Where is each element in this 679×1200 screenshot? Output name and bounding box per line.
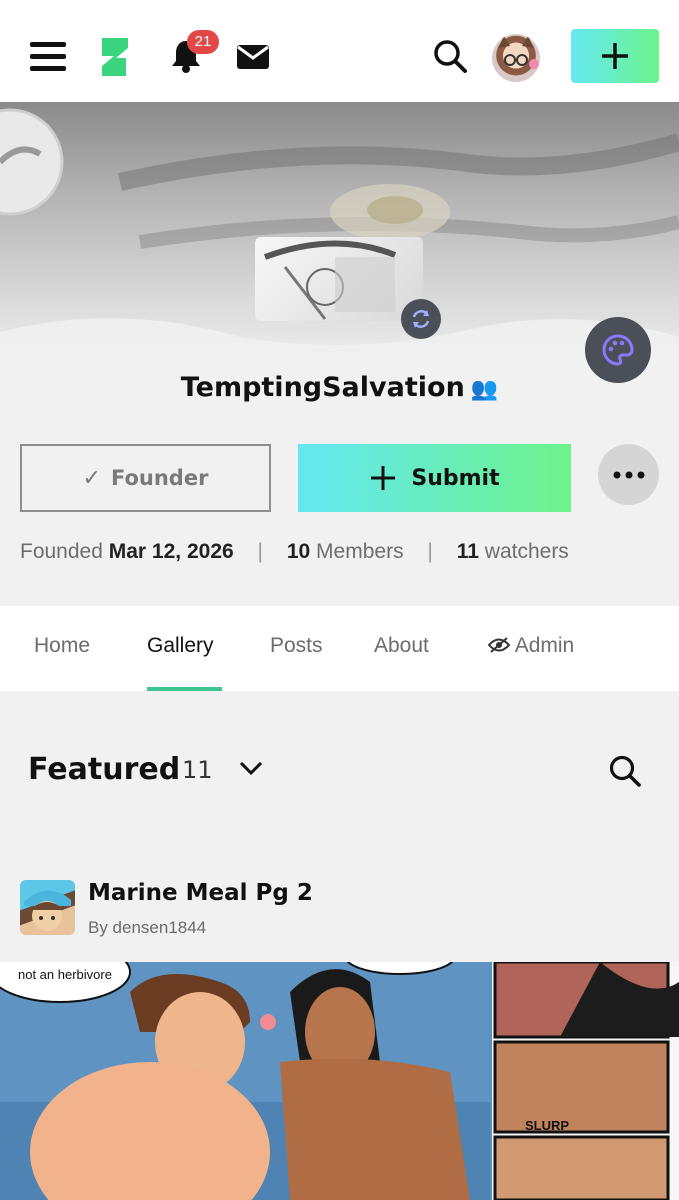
more-options-button[interactable] (598, 444, 659, 505)
group-icon[interactable] (255, 237, 423, 321)
deviation-image[interactable]: not an herbivore SLURP (0, 962, 679, 1200)
create-button[interactable] (571, 29, 659, 83)
gallery-search-icon[interactable] (608, 754, 642, 792)
watchers-label[interactable]: watchers (485, 540, 569, 563)
submit-button[interactable]: Submit (298, 444, 571, 512)
plus-icon (602, 43, 628, 69)
author-avatar[interactable] (20, 880, 75, 935)
more-dots-icon (613, 471, 644, 478)
tab-posts[interactable]: Posts (270, 634, 323, 658)
group-stats: Founded Mar 12, 2026 | 10 Members | 11 w… (20, 540, 569, 563)
deviation-title[interactable]: Marine Meal Pg 2 (88, 880, 313, 906)
check-icon: ✓ (82, 465, 101, 491)
founded-date: Mar 12, 2026 (108, 540, 234, 563)
group-icon-badge: 👥 (470, 377, 499, 402)
tab-about[interactable]: About (374, 634, 429, 658)
members-count[interactable]: 10 (287, 540, 310, 563)
chevron-down-icon[interactable] (238, 760, 264, 780)
deviantart-logo-icon[interactable] (98, 34, 132, 84)
tab-gallery[interactable]: Gallery (147, 634, 214, 658)
founder-button[interactable]: ✓ Founder (20, 444, 271, 512)
tab-admin-label: Admin (514, 634, 575, 657)
notification-badge: 21 (187, 30, 219, 54)
folder-title[interactable]: Featured (28, 752, 180, 787)
top-bar: 21 (0, 0, 679, 102)
mail-icon[interactable] (236, 44, 270, 74)
deviation-header[interactable]: Marine Meal Pg 2 By densen1844 (20, 880, 660, 940)
refresh-icon (412, 310, 430, 328)
speech-bubble-text: not an herbivore (18, 967, 112, 982)
active-tab-indicator (147, 687, 222, 691)
menu-icon[interactable] (30, 42, 66, 72)
founded-label: Founded (20, 540, 103, 563)
tab-admin[interactable]: Admin (487, 634, 575, 658)
group-name-text: TemptingSalvation (180, 372, 465, 403)
submit-label: Submit (411, 465, 500, 491)
gallery-folder-header: Featured 11 (28, 752, 648, 792)
watchers-count[interactable]: 11 (457, 540, 479, 563)
change-icon-button[interactable] (401, 299, 441, 339)
sfx-text: SLURP (525, 1118, 569, 1133)
folder-count: 11 (182, 756, 213, 784)
palette-icon (602, 334, 634, 366)
tab-home[interactable]: Home (34, 634, 90, 658)
members-label[interactable]: Members (316, 540, 404, 563)
founder-label: Founder (110, 466, 209, 490)
group-name: TemptingSalvation 👥 (0, 372, 679, 403)
search-icon[interactable] (432, 38, 468, 78)
group-tabs: Home Gallery Posts About Admin (0, 606, 679, 691)
plus-icon (371, 466, 396, 490)
eye-slash-icon (487, 637, 511, 653)
deviation-author[interactable]: By densen1844 (88, 918, 206, 938)
user-avatar[interactable] (492, 34, 540, 82)
